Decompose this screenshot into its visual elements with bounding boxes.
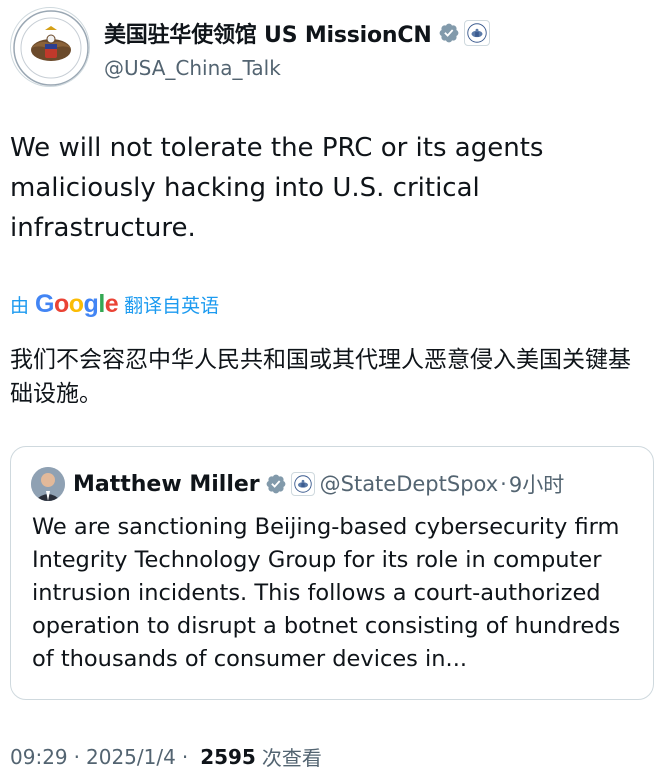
translation-prefix: 由 [10,294,30,317]
quoted-tweet-text: We are sanctioning Beijing-based cyberse… [32,514,621,672]
translation-suffix: 翻译自英语 [124,294,220,317]
us-embassy-seal-icon[interactable] [10,7,90,87]
tweet-date[interactable]: 2025/1/4 [86,745,176,769]
separator-dot: · [73,744,80,769]
author-handle[interactable]: @USA_China_Talk [104,56,281,80]
quoted-author-name[interactable]: Matthew Miller [73,472,260,497]
author-name-row: 美国驻华使领馆 US MissionCN [104,17,490,49]
verified-badge-icon[interactable] [265,473,287,495]
verified-badge-icon[interactable] [438,22,460,44]
tweet-text: We will not tolerate the PRC or its agen… [10,133,544,243]
tweet-header: 美国驻华使领馆 US MissionCN @USA_China_Talk [10,7,650,89]
separator-dot: · [181,744,189,769]
us-state-department-seal-icon[interactable] [290,472,315,496]
quoted-tweet-header: Matthew Miller @StateDeptSpox · 9小时 [31,467,564,501]
quoted-author-handle[interactable]: @StateDeptSpox [320,472,499,496]
separator-dot: · [500,472,507,496]
tweet-meta: 09:29 · 2025/1/4 · 2595 次查看 [10,742,322,771]
us-state-department-seal-icon[interactable] [463,20,490,46]
tweet-time[interactable]: 09:29 [10,745,68,769]
author-display-name[interactable]: 美国驻华使领馆 US MissionCN [104,17,432,49]
quoted-tweet-time[interactable]: 9小时 [509,469,564,499]
quoted-tweet-card[interactable]: Matthew Miller @StateDeptSpox · 9小时 We a… [10,446,654,700]
quoted-author-avatar[interactable] [31,467,65,501]
google-logo: Google [35,289,119,318]
translated-text: 我们不会容忍中华人民共和国或其代理人恶意侵入美国关键基础设施。 [10,347,631,407]
views-label: 次查看 [261,746,322,770]
views-count: 2595 [200,744,256,769]
translation-attribution[interactable]: 由 Google 翻译自英语 [10,289,219,319]
